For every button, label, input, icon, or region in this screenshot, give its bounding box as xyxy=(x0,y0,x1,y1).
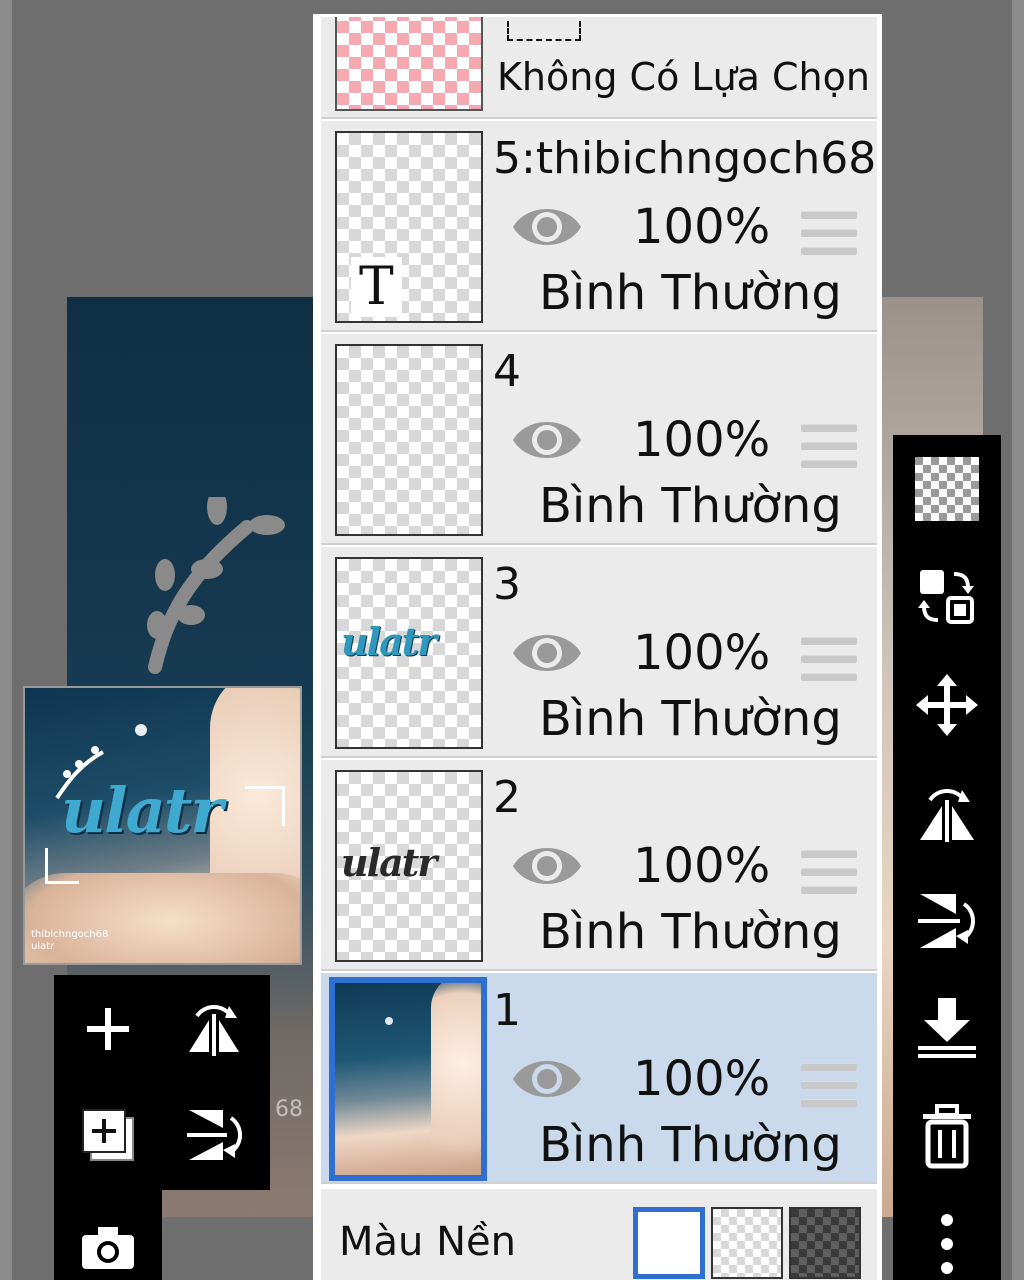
layer-row[interactable]: T 5:thibichngoch68 100% Bình Thường xyxy=(321,121,877,332)
selection-thumbnail xyxy=(335,17,483,111)
layer-opacity[interactable]: 100% xyxy=(633,199,770,255)
drag-handle-icon[interactable] xyxy=(801,637,857,683)
transparency-checker-icon xyxy=(915,457,979,521)
layer-thumbnail-text: ulatr xyxy=(341,619,437,664)
layer-opacity[interactable]: 100% xyxy=(633,412,770,468)
more-vertical-icon xyxy=(941,1214,953,1274)
move-button[interactable] xyxy=(907,665,987,745)
camera-icon xyxy=(82,1227,134,1269)
drag-handle-icon[interactable] xyxy=(801,1063,857,1109)
layer-opacity[interactable]: 100% xyxy=(633,625,770,681)
preview-credit-line: thibichngoch68 xyxy=(31,929,109,940)
transparency-button[interactable] xyxy=(907,449,987,529)
layer-blend-mode[interactable]: Bình Thường xyxy=(539,478,842,534)
flip-horizontal-button[interactable] xyxy=(907,773,987,853)
layer-thumbnail: ulatr xyxy=(335,557,483,749)
eye-icon[interactable] xyxy=(509,627,585,679)
background-dark-swatch[interactable] xyxy=(789,1207,861,1279)
selection-marquee-icon xyxy=(507,21,581,41)
eye-icon[interactable] xyxy=(509,414,585,466)
trash-icon xyxy=(923,1104,971,1169)
add-layer-button[interactable] xyxy=(68,989,148,1069)
background-white-swatch[interactable] xyxy=(633,1207,705,1279)
preview-credit: thibichngoch68 ulatr xyxy=(31,929,108,953)
flip-horizontal-icon xyxy=(920,789,974,842)
preview-frame-corner xyxy=(245,786,285,826)
layer-thumbnail-text: ulatr xyxy=(341,840,437,885)
layer-row-selected[interactable]: 1 100% Bình Thường xyxy=(321,973,877,1184)
background-color-label: Màu Nền xyxy=(339,1219,516,1265)
camera-button[interactable] xyxy=(68,1208,148,1280)
preview-artwork-text: ulatr xyxy=(61,774,223,847)
thumbnail-moon xyxy=(385,1017,393,1025)
drag-handle-icon[interactable] xyxy=(801,850,857,896)
eye-icon[interactable] xyxy=(509,840,585,892)
duplicate-layer-button[interactable] xyxy=(68,1095,148,1175)
layers-panel: Không Có Lựa Chọn T 5:thibichngoch68 100… xyxy=(313,14,882,1280)
layer-thumbnail xyxy=(329,977,487,1181)
delete-layer-button[interactable] xyxy=(907,1097,987,1177)
layer-name: 5:thibichngoch68 xyxy=(493,133,877,184)
selection-label: Không Có Lựa Chọn xyxy=(497,55,870,99)
plus-icon xyxy=(87,1008,129,1050)
preview-moon xyxy=(135,724,147,736)
preview-frame-corner xyxy=(45,848,79,884)
left-toolbar-extension xyxy=(54,1190,162,1280)
layer-thumbnail-cloud xyxy=(431,983,481,1173)
background-transparent-swatch[interactable] xyxy=(711,1207,783,1279)
drag-handle-icon[interactable] xyxy=(801,424,857,470)
layer-row[interactable]: ulatr 2 100% Bình Thường xyxy=(321,760,877,971)
canvas-watermark: 68 xyxy=(275,1097,303,1122)
merge-down-button[interactable] xyxy=(907,989,987,1069)
flip-vertical-button[interactable] xyxy=(174,1095,254,1175)
layer-name: 1 xyxy=(493,985,521,1036)
navigator-preview[interactable]: ulatr thibichngoch68 ulatr xyxy=(23,686,302,965)
add-copy-icon xyxy=(82,1109,134,1161)
eye-icon[interactable] xyxy=(509,201,585,253)
background-color-row: Màu Nền xyxy=(321,1189,877,1280)
left-toolbar xyxy=(54,975,270,1190)
layer-blend-mode[interactable]: Bình Thường xyxy=(539,1117,842,1173)
move-icon xyxy=(916,674,978,736)
selection-row[interactable]: Không Có Lựa Chọn xyxy=(321,17,877,119)
eye-icon[interactable] xyxy=(509,1053,585,1105)
layer-opacity[interactable]: 100% xyxy=(633,838,770,894)
merge-down-icon xyxy=(918,998,976,1058)
layer-thumbnail xyxy=(335,344,483,536)
layer-opacity[interactable]: 100% xyxy=(633,1051,770,1107)
text-layer-icon: T xyxy=(351,257,402,317)
layer-name: 2 xyxy=(493,772,521,823)
layer-name: 3 xyxy=(493,559,521,610)
layer-blend-mode[interactable]: Bình Thường xyxy=(539,904,842,960)
layer-blend-mode[interactable]: Bình Thường xyxy=(539,691,842,747)
layer-thumbnail: T xyxy=(335,131,483,323)
layer-blend-mode[interactable]: Bình Thường xyxy=(539,265,842,321)
flip-horizontal-button[interactable] xyxy=(174,989,254,1069)
flip-vertical-button[interactable] xyxy=(907,881,987,961)
right-toolbar xyxy=(893,435,1001,1280)
swap-layers-icon xyxy=(918,570,974,624)
layer-thumbnail: ulatr xyxy=(335,770,483,962)
layer-row[interactable]: 4 100% Bình Thường xyxy=(321,334,877,545)
layer-name: 4 xyxy=(493,346,521,397)
sprig-decoration xyxy=(147,497,285,674)
more-options-button[interactable] xyxy=(907,1205,987,1280)
flip-horizontal-icon xyxy=(189,1005,239,1056)
swap-layers-button[interactable] xyxy=(907,557,987,637)
flip-vertical-icon xyxy=(187,1110,242,1160)
layer-row[interactable]: ulatr 3 100% Bình Thường xyxy=(321,547,877,758)
preview-credit-line: ulatr xyxy=(31,941,55,952)
flip-vertical-icon xyxy=(918,894,975,948)
drag-handle-icon[interactable] xyxy=(801,211,857,257)
